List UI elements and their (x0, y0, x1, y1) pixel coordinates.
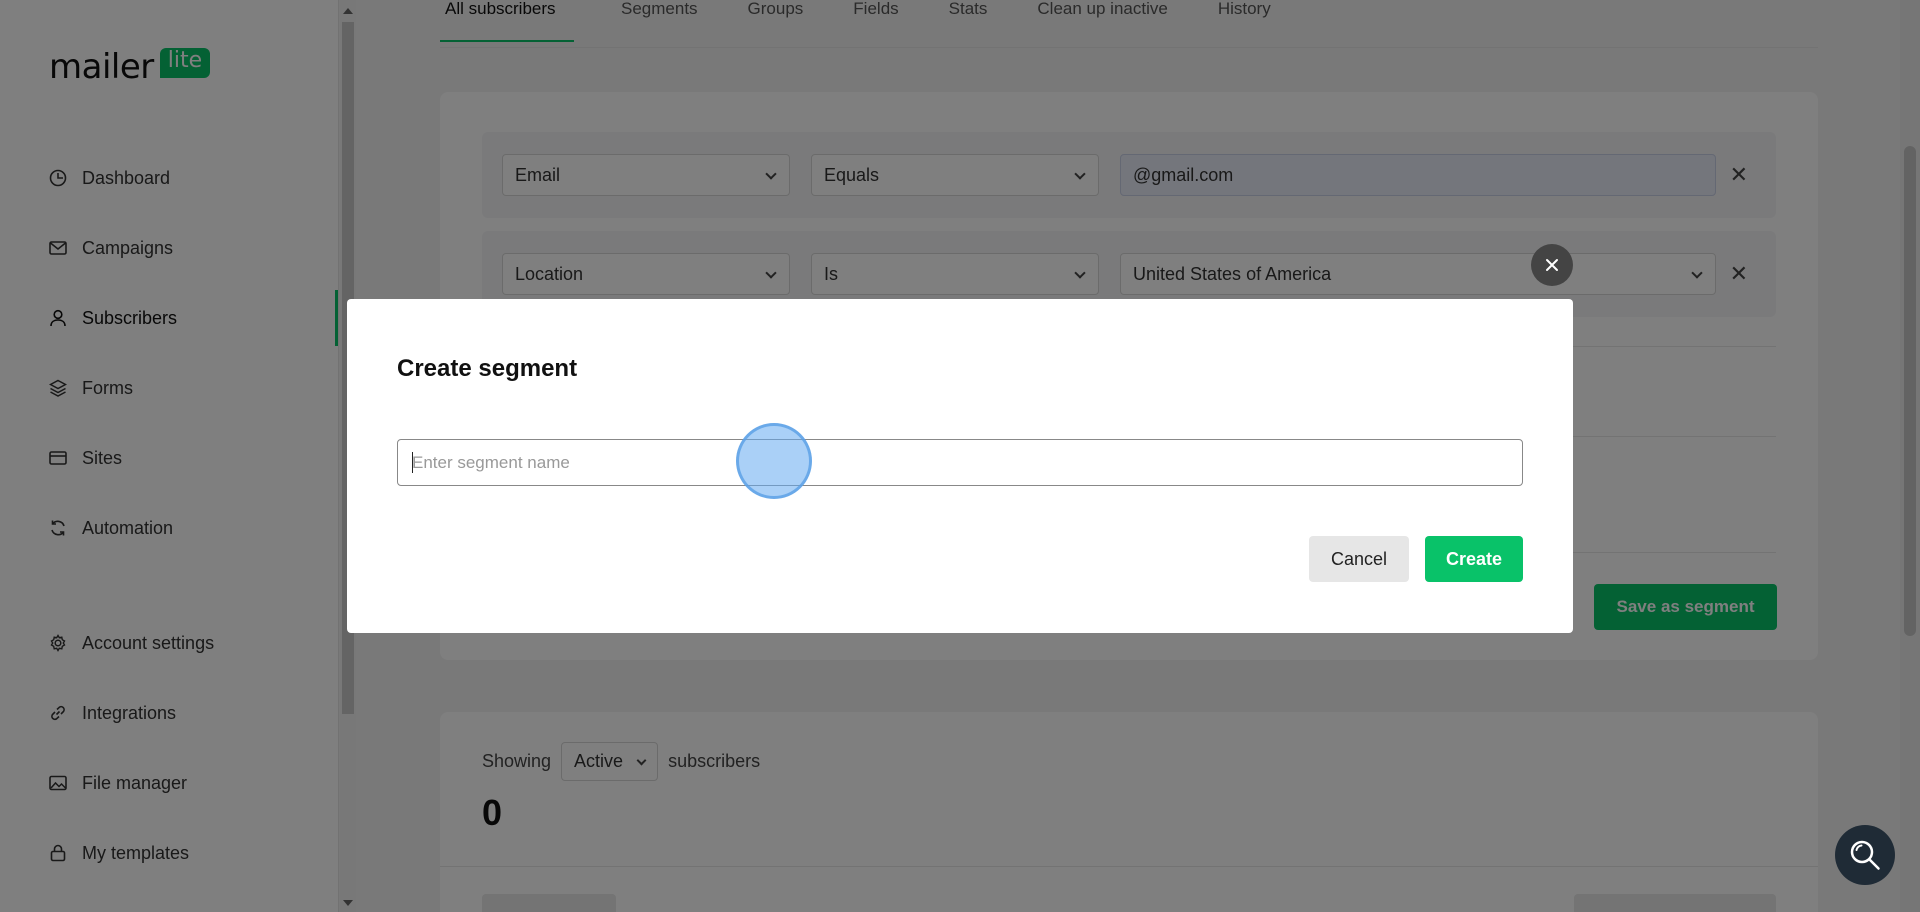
close-icon (1546, 259, 1558, 271)
modal-title: Create segment (397, 355, 578, 382)
search-icon (1850, 840, 1880, 870)
cancel-button[interactable]: Cancel (1309, 536, 1409, 582)
click-indicator (736, 423, 812, 499)
create-segment-modal: Create segment Cancel Create (347, 299, 1573, 633)
text-caret (412, 452, 413, 473)
segment-name-input[interactable] (397, 439, 1523, 486)
help-search-button[interactable] (1835, 825, 1895, 885)
create-button[interactable]: Create (1425, 536, 1523, 582)
modal-close-button[interactable] (1531, 244, 1573, 286)
